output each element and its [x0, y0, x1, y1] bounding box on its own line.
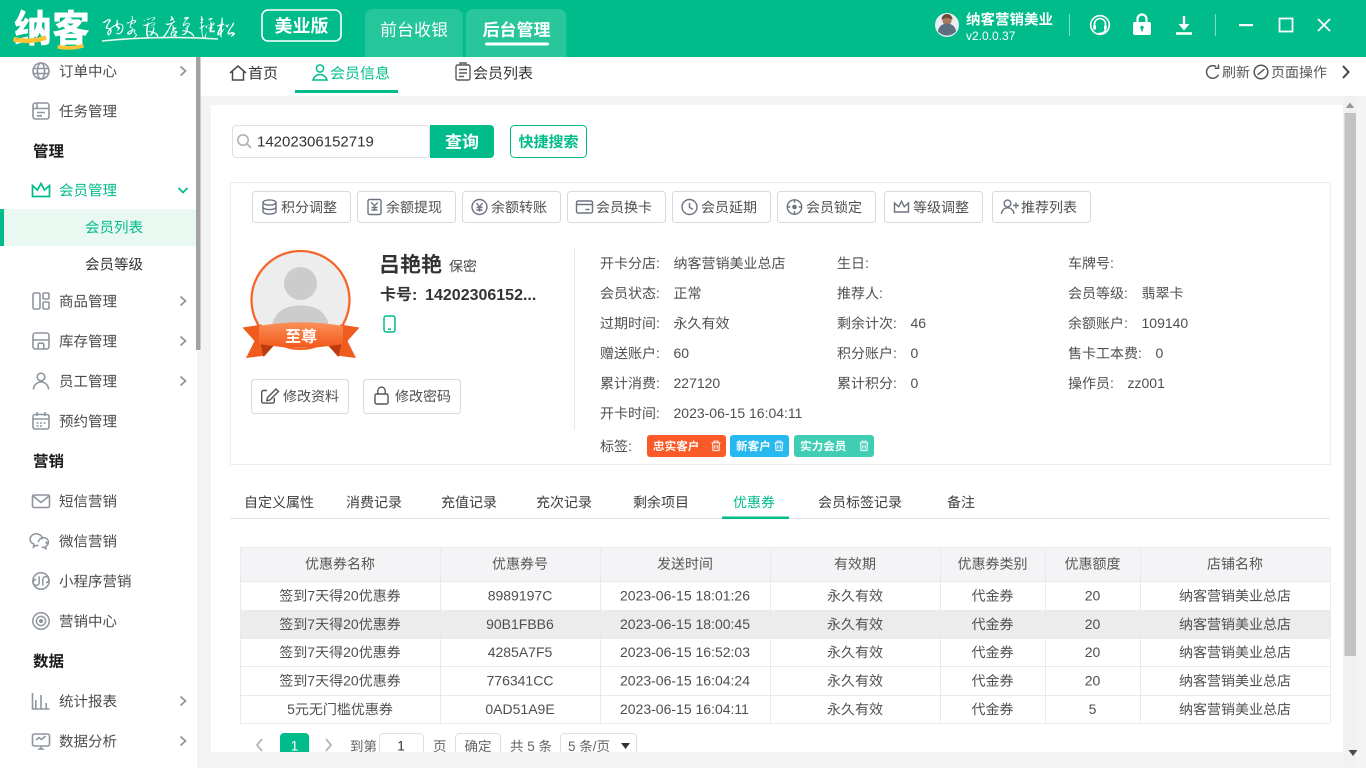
- svg-text::: :: [412, 287, 417, 304]
- svg-text:109140: 109140: [1142, 315, 1189, 331]
- svg-text:7: 7: [307, 588, 315, 604]
- svg-text:8989197C: 8989197C: [488, 588, 553, 604]
- svg-text::: :: [893, 315, 897, 331]
- svg-text::: :: [656, 405, 660, 421]
- svg-text:5: 5: [524, 739, 539, 754]
- svg-text:20: 20: [343, 616, 359, 632]
- svg-text:14202306152...: 14202306152...: [425, 287, 536, 304]
- svg-text::: :: [656, 315, 660, 331]
- svg-text::: :: [893, 375, 897, 391]
- svg-text:0: 0: [1156, 345, 1164, 361]
- svg-text:227120: 227120: [674, 375, 721, 391]
- svg-text:7: 7: [307, 673, 315, 689]
- svg-text:46: 46: [911, 315, 927, 331]
- svg-text::: :: [656, 375, 660, 391]
- svg-text::: :: [1110, 255, 1114, 271]
- svg-text:7: 7: [307, 644, 315, 660]
- svg-text:14202306152719: 14202306152719: [257, 134, 374, 151]
- svg-text::: :: [656, 345, 660, 361]
- svg-text:/: /: [593, 739, 597, 754]
- svg-text:2023-06-15 16:04:11: 2023-06-15 16:04:11: [674, 405, 803, 421]
- svg-text::: :: [879, 285, 883, 301]
- svg-text:2023-06-15 18:00:45: 2023-06-15 18:00:45: [620, 616, 750, 632]
- svg-text:4285A7F5: 4285A7F5: [488, 644, 553, 660]
- svg-text::: :: [893, 345, 897, 361]
- svg-text:5: 5: [287, 701, 295, 717]
- svg-text:90B1FBB6: 90B1FBB6: [486, 616, 554, 632]
- svg-text::: :: [628, 438, 632, 454]
- svg-text:5: 5: [568, 739, 579, 754]
- svg-text:776341CC: 776341CC: [487, 673, 554, 689]
- svg-text:20: 20: [343, 644, 359, 660]
- svg-text:1: 1: [291, 738, 299, 754]
- svg-text::: :: [1110, 375, 1114, 391]
- svg-text:20: 20: [343, 588, 359, 604]
- svg-text::: :: [656, 255, 660, 271]
- svg-text:0: 0: [911, 375, 919, 391]
- svg-text::: :: [1124, 315, 1128, 331]
- svg-text:2023-06-15 16:04:24: 2023-06-15 16:04:24: [620, 673, 750, 689]
- svg-text:20: 20: [1085, 616, 1101, 632]
- svg-text:2023-06-15 16:04:11: 2023-06-15 16:04:11: [620, 701, 749, 717]
- svg-text::: :: [865, 255, 869, 271]
- svg-text::: :: [656, 285, 660, 301]
- svg-text:0: 0: [911, 345, 919, 361]
- svg-text:20: 20: [1085, 673, 1101, 689]
- svg-text:0AD51A9E: 0AD51A9E: [485, 701, 554, 717]
- svg-text:1: 1: [397, 739, 405, 754]
- svg-text:5: 5: [1089, 701, 1097, 717]
- svg-text:2023-06-15 18:01:26: 2023-06-15 18:01:26: [620, 588, 750, 604]
- svg-text::: :: [1124, 285, 1128, 301]
- svg-text:zz001: zz001: [1128, 375, 1166, 391]
- svg-text:20: 20: [343, 673, 359, 689]
- svg-text:60: 60: [674, 345, 690, 361]
- svg-text:v2.0.0.37: v2.0.0.37: [966, 29, 1016, 43]
- svg-text:20: 20: [1085, 644, 1101, 660]
- svg-text:7: 7: [307, 616, 315, 632]
- svg-text:2023-06-15 16:52:03: 2023-06-15 16:52:03: [620, 644, 750, 660]
- svg-text:20: 20: [1085, 588, 1101, 604]
- svg-text::: :: [1138, 345, 1142, 361]
